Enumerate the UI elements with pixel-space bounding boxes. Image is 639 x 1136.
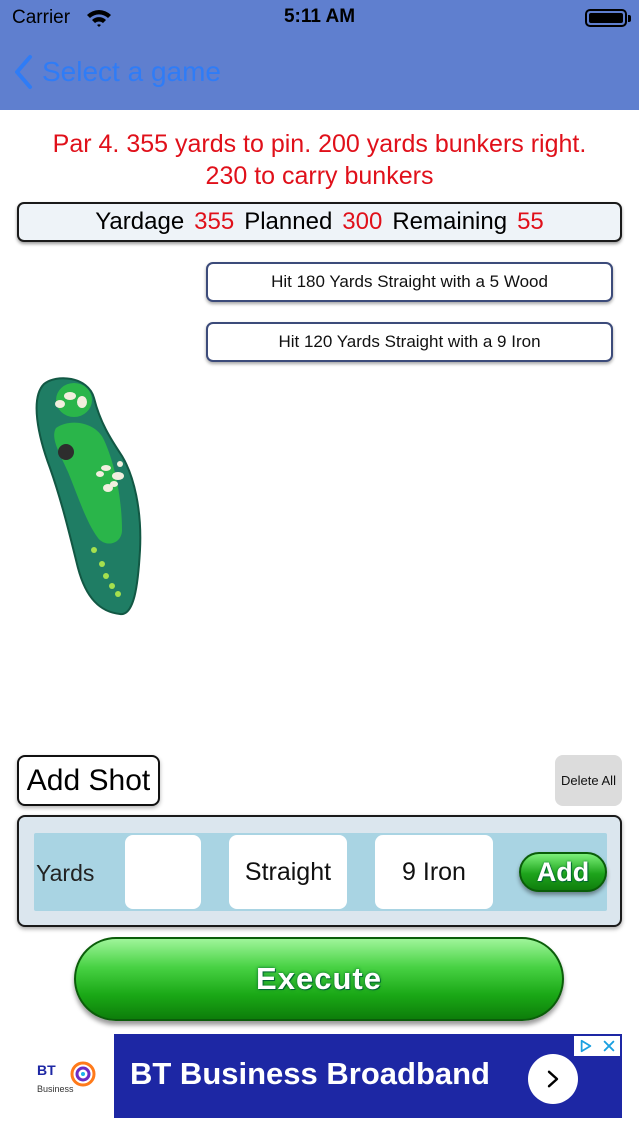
- planned-label: Planned: [244, 208, 333, 235]
- ad-choices-icon[interactable]: [579, 1039, 593, 1053]
- ad-open-button[interactable]: [528, 1054, 578, 1104]
- hole-description-line1: Par 4. 355 yards to pin. 200 yards bunke…: [52, 130, 587, 158]
- execute-button[interactable]: Execute: [74, 937, 564, 1021]
- planned-value: 300: [342, 208, 383, 235]
- yardage-summary: Yardage 355 Planned 300 Remaining 55: [17, 202, 622, 242]
- hole-description-line2: 230 to carry bunkers: [205, 162, 434, 190]
- status-bar: Carrier 5:11 AM: [0, 0, 639, 36]
- remaining-label: Remaining: [392, 208, 508, 235]
- chevron-right-icon: [547, 1070, 559, 1088]
- hole-description: Par 4. 355 yards to pin. 200 yards bunke…: [0, 128, 639, 192]
- shot-entry-panel: Yards Straight 9 Iron Add: [17, 815, 622, 927]
- bt-brand-sub: Business: [37, 1084, 74, 1094]
- remaining-value: 55: [517, 208, 544, 235]
- yards-input[interactable]: [125, 835, 201, 909]
- navigation-bar: Carrier 5:11 AM Select a game: [0, 0, 639, 110]
- yards-label: Yards: [36, 860, 95, 886]
- shot-item[interactable]: Hit 120 Yards Straight with a 9 Iron: [206, 322, 613, 362]
- ad-banner[interactable]: BT Business BT Business Broadband: [17, 1034, 622, 1118]
- ad-choices[interactable]: [574, 1036, 620, 1056]
- clock: 5:11 AM: [283, 6, 356, 27]
- yardage-value: 355: [194, 208, 235, 235]
- bt-logo: BT Business: [17, 1034, 114, 1118]
- add-button[interactable]: Add: [519, 852, 607, 892]
- back-label: Select a game: [42, 56, 221, 87]
- delete-all-button[interactable]: Delete All: [555, 755, 622, 806]
- yardage-label: Yardage: [95, 208, 185, 235]
- shot-item[interactable]: Hit 180 Yards Straight with a 5 Wood: [206, 262, 613, 302]
- close-icon[interactable]: [602, 1039, 616, 1053]
- add-shot-button[interactable]: Add Shot: [17, 755, 160, 806]
- back-chevron-icon: [15, 55, 32, 89]
- hole-map-image: [26, 372, 152, 620]
- bt-brand: BT: [37, 1062, 56, 1078]
- back-button[interactable]: Select a game: [12, 52, 221, 92]
- ad-headline: BT Business Broadband: [130, 1056, 490, 1091]
- club-selector[interactable]: 9 Iron: [375, 835, 493, 909]
- battery-icon: [585, 9, 631, 27]
- direction-selector[interactable]: Straight: [229, 835, 347, 909]
